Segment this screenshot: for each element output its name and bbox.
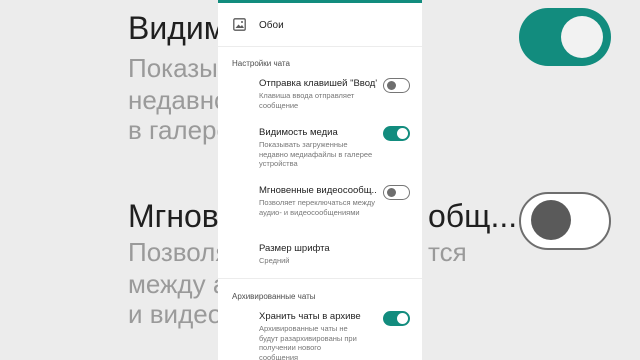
bg-sub-top-2: недавно: [128, 85, 229, 115]
keep-archived-subtitle: Архивированные чаты не будут разархивиро…: [259, 324, 357, 360]
bg-title-top: Видим: [128, 10, 226, 46]
bg-sub-mid-2: между а: [128, 269, 228, 299]
media-visibility-title: Видимость медиа: [259, 127, 338, 138]
divider: [218, 278, 422, 279]
toggle-knob: [387, 81, 396, 90]
top-accent-bar: [218, 0, 422, 3]
bg-sub-top-3: в галере: [128, 115, 231, 145]
instant-video-toggle[interactable]: [383, 185, 410, 200]
toggle-knob: [397, 128, 408, 139]
bg-sub-mid-3: и видео: [128, 299, 223, 329]
enter-send-subtitle: Клавиша ввода отправляет сообщение: [259, 91, 355, 110]
enter-send-toggle[interactable]: [383, 78, 410, 93]
instant-video-title: Мгновенные видеосообщ...: [259, 185, 377, 196]
bg-toggle-off: [519, 192, 611, 250]
wallpaper-label: Обои: [259, 20, 284, 31]
bg-toggle-knob: [561, 16, 603, 58]
media-visibility-subtitle: Показывать загруженные недавно медиафайл…: [259, 140, 373, 168]
chat-settings-section-title: Настройки чата: [232, 59, 290, 68]
wallpaper-icon: [233, 18, 246, 31]
toggle-knob: [387, 188, 396, 197]
enter-send-title: Отправка клавишей "Ввод": [259, 78, 377, 89]
bg-toggle-on: [519, 8, 611, 66]
instant-video-subtitle: Позволяет переключаться между аудио- и в…: [259, 198, 376, 217]
keep-archived-title: Хранить чаты в архиве: [259, 311, 361, 322]
archived-section-title: Архивированные чаты: [232, 292, 316, 301]
font-size-title: Размер шрифта: [259, 243, 330, 254]
font-size-item[interactable]: Размер шрифта Средний: [259, 243, 416, 266]
wallpaper-row[interactable]: Обои: [218, 8, 422, 44]
bg-sub-mid-right: тся: [428, 237, 467, 267]
keep-archived-toggle[interactable]: [383, 311, 410, 326]
bg-title-mid-right: общ...: [428, 198, 518, 234]
font-size-value: Средний: [259, 256, 290, 265]
toggle-knob: [397, 313, 408, 324]
media-visibility-toggle[interactable]: [383, 126, 410, 141]
divider: [218, 46, 422, 47]
bg-toggle-knob-off: [531, 200, 571, 240]
bg-sub-top-1: Показыв: [128, 53, 232, 83]
settings-panel: Обои Настройки чата Отправка клавишей "В…: [218, 0, 422, 360]
bg-sub-mid-1: Позволя: [128, 237, 230, 267]
